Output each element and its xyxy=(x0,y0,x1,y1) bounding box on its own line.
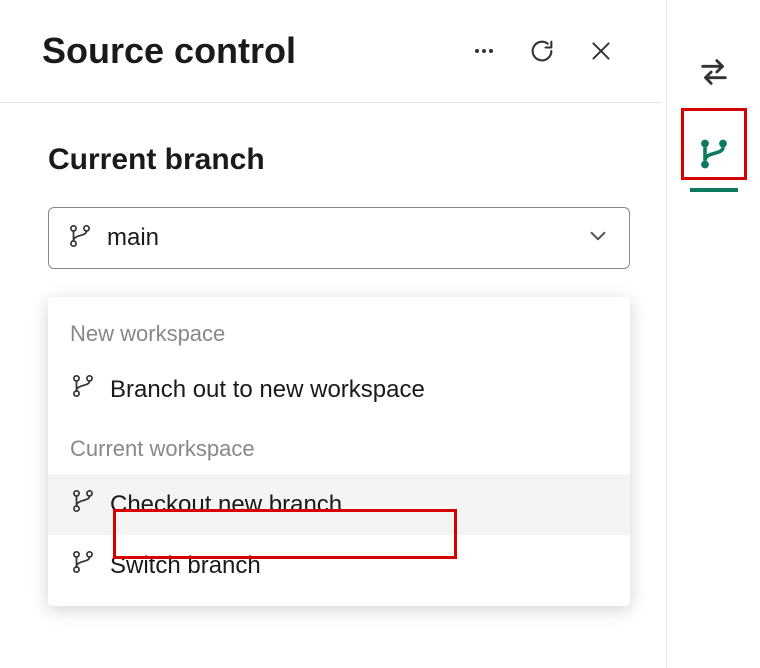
rail-swap-icon[interactable] xyxy=(686,44,742,100)
more-icon[interactable] xyxy=(472,39,496,63)
menu-item-label: Branch out to new workspace xyxy=(110,376,425,404)
branch-icon xyxy=(67,223,93,254)
chevron-down-icon xyxy=(585,223,611,254)
menu-item-label: Switch branch xyxy=(110,552,261,580)
refresh-icon[interactable] xyxy=(528,37,556,65)
selected-branch-name: main xyxy=(107,224,585,252)
panel-title: Source control xyxy=(42,30,472,72)
menu-item-switch-branch[interactable]: Switch branch xyxy=(48,535,630,596)
dropdown-group-new-workspace: New workspace xyxy=(48,305,630,359)
current-branch-label: Current branch xyxy=(48,143,614,177)
background-shape xyxy=(214,612,346,668)
menu-item-label: Checkout new branch xyxy=(110,491,342,519)
branch-icon xyxy=(70,549,96,582)
rail-source-control-icon[interactable] xyxy=(686,126,742,182)
branch-icon xyxy=(70,373,96,406)
right-rail xyxy=(666,0,760,668)
panel-header: Source control xyxy=(0,0,662,103)
active-indicator xyxy=(690,188,738,192)
header-actions xyxy=(472,37,614,65)
branch-dropdown-menu: New workspace Branch out to new workspac… xyxy=(48,297,630,606)
branch-icon xyxy=(70,488,96,521)
menu-item-checkout-new-branch[interactable]: Checkout new branch xyxy=(48,474,630,535)
branch-dropdown-trigger[interactable]: main xyxy=(48,207,630,269)
panel-content: Current branch main xyxy=(0,103,662,269)
close-icon[interactable] xyxy=(588,38,614,64)
dropdown-group-current-workspace: Current workspace xyxy=(48,420,630,474)
menu-item-branch-out[interactable]: Branch out to new workspace xyxy=(48,359,630,420)
